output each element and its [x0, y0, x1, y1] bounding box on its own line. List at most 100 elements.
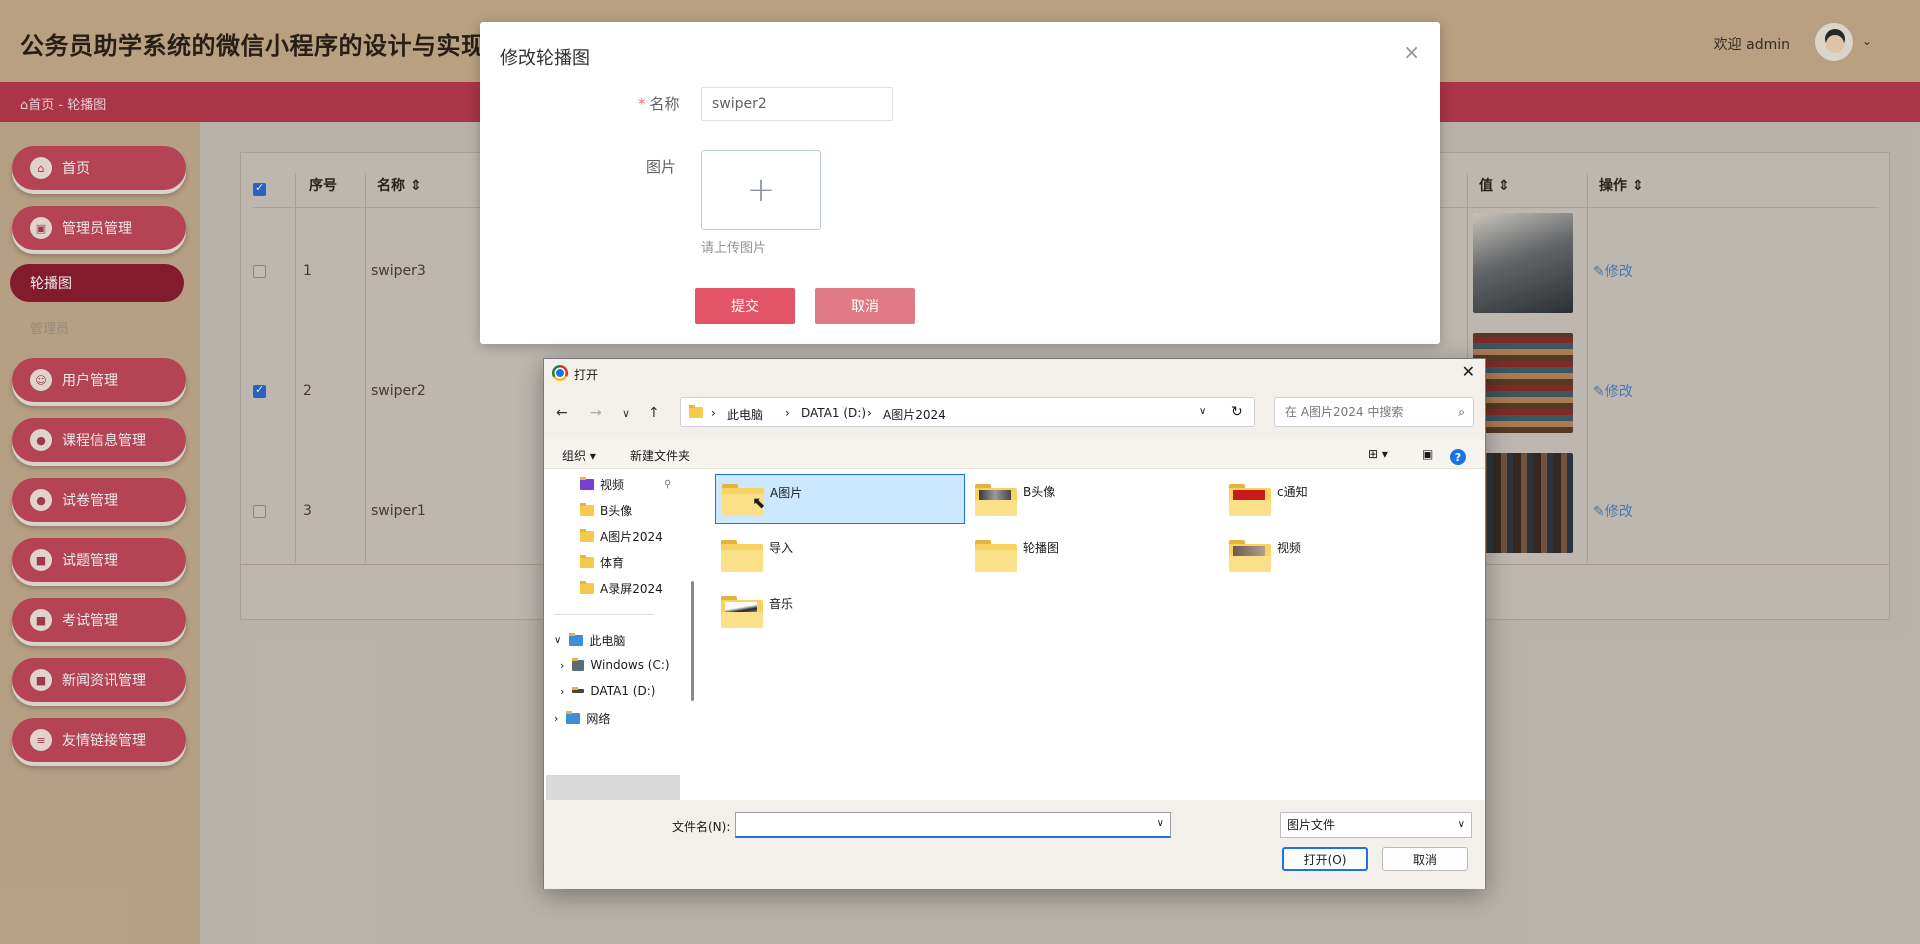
tree-item-a-recordings-2024[interactable]: A录屏2024 — [580, 580, 663, 597]
folder-icon — [721, 540, 763, 572]
tree-item-a-images-2024[interactable]: A图片2024 — [580, 528, 663, 545]
folder-icon — [721, 596, 763, 628]
folder-name: 轮播图 — [1023, 541, 1060, 555]
upload-tip: 请上传图片 — [701, 241, 767, 256]
tree-item-label: A录屏2024 — [600, 582, 663, 596]
address-dropdown-icon[interactable]: ∨ — [1199, 406, 1206, 417]
folder-icon — [1229, 540, 1271, 572]
folder-item[interactable]: 音乐 — [715, 586, 965, 636]
path-separator: › — [867, 406, 872, 420]
dialog-title: 修改轮播图 — [500, 48, 590, 69]
back-arrow-icon[interactable]: ← — [556, 405, 568, 421]
network-icon — [566, 711, 581, 724]
chevron-right-icon[interactable]: › — [560, 685, 564, 698]
tree-item-label: 网络 — [586, 712, 611, 726]
folder-icon — [580, 503, 594, 516]
path-separator: › — [785, 406, 790, 420]
folder-item[interactable]: 轮播图 — [969, 530, 1219, 580]
folder-name: c通知 — [1277, 485, 1308, 499]
path-separator: › — [711, 406, 716, 420]
filetype-select[interactable]: 图片文件 ∨ — [1280, 812, 1472, 838]
folder-icon — [1229, 484, 1271, 516]
tree-item-this-pc[interactable]: ∨ 此电脑 — [554, 632, 625, 649]
path-segment[interactable]: 此电脑 — [727, 406, 763, 423]
folder-name: A图片 — [770, 486, 803, 500]
folder-icon — [689, 405, 703, 418]
file-dialog-titlebar: 打开 ✕ — [544, 359, 1485, 387]
plus-icon: + — [746, 170, 776, 210]
video-icon — [580, 477, 594, 490]
recent-locations-chevron-icon[interactable]: ∨ — [622, 407, 630, 420]
folder-name: 音乐 — [769, 597, 794, 611]
tree-item-b-avatar[interactable]: B头像 — [580, 502, 632, 519]
image-field-label: 图片 — [646, 158, 677, 176]
path-segment[interactable]: A图片2024 — [883, 406, 946, 423]
tree-selection-highlight — [546, 775, 680, 801]
tree-item-label: 此电脑 — [589, 634, 626, 648]
file-dialog-title: 打开 — [574, 368, 599, 382]
folder-icon — [975, 484, 1017, 516]
edit-swiper-dialog: 修改轮播图 × * 名称 swiper2 图片 + 请上传图片 提交 取消 — [480, 22, 1440, 344]
folder-name: B头像 — [1023, 485, 1056, 499]
folder-icon — [580, 555, 594, 568]
tree-divider — [554, 614, 654, 615]
open-button[interactable]: 打开(O) — [1282, 847, 1368, 871]
address-bar[interactable]: › 此电脑 › DATA1 (D:) › A图片2024 ∨ ↻ — [680, 397, 1255, 427]
chevron-down-icon[interactable]: ∨ — [554, 635, 561, 646]
path-segment[interactable]: DATA1 (D:) — [801, 406, 866, 420]
drive-icon — [572, 657, 585, 671]
folder-item[interactable]: 导入 — [715, 530, 965, 580]
computer-icon — [569, 633, 584, 646]
filetype-value: 图片文件 — [1287, 818, 1336, 832]
folder-item[interactable]: 视频 — [1223, 530, 1473, 580]
tree-item-sports[interactable]: 体育 — [580, 554, 624, 571]
view-options-icon[interactable]: ⊞ ▾ — [1368, 447, 1388, 461]
tree-item-label: Windows (C:) — [590, 658, 670, 672]
filename-input[interactable]: ∨ — [735, 812, 1171, 838]
chrome-icon — [552, 365, 568, 381]
image-upload-button[interactable]: + — [701, 150, 821, 230]
refresh-icon[interactable]: ↻ — [1231, 404, 1243, 420]
chevron-right-icon[interactable]: › — [554, 712, 558, 725]
tree-item-label: DATA1 (D:) — [590, 684, 656, 698]
cancel-button[interactable]: 取消 — [815, 288, 915, 324]
pin-icon: ⚲ — [664, 479, 672, 490]
search-input[interactable]: 在 A图片2024 中搜索 ⌕ — [1274, 397, 1474, 427]
preview-pane-icon[interactable]: ▣ — [1422, 447, 1433, 461]
folder-item[interactable]: A图片 ⬉ — [715, 474, 965, 524]
up-arrow-icon[interactable]: ↑ — [648, 405, 660, 421]
file-dialog-footer: 文件名(N): ∨ 图片文件 ∨ 打开(O) 取消 — [544, 800, 1485, 889]
drive-icon — [572, 687, 585, 693]
tree-item-network[interactable]: › 网络 — [554, 710, 610, 727]
tree-item-drive-d[interactable]: › DATA1 (D:) — [560, 684, 655, 698]
tree-item-label: 体育 — [600, 556, 625, 570]
file-list-pane: A图片 ⬉ B头像 c通知 导入 轮播图 视频 音乐 — [699, 470, 1485, 800]
folder-item[interactable]: B头像 — [969, 474, 1219, 524]
tree-item-drive-c[interactable]: › Windows (C:) — [560, 657, 670, 672]
forward-arrow-icon[interactable]: → — [590, 405, 602, 421]
file-toolbar: 组织 ▾ 新建文件夹 ⊞ ▾ ▣ ? — [544, 439, 1485, 469]
new-folder-button[interactable]: 新建文件夹 — [630, 447, 690, 464]
name-input[interactable]: swiper2 — [701, 87, 893, 121]
tree-scrollbar[interactable] — [691, 581, 694, 701]
filename-label: 文件名(N): — [672, 820, 731, 834]
close-icon[interactable]: × — [1403, 40, 1420, 64]
chevron-right-icon[interactable]: › — [560, 659, 564, 672]
folder-item[interactable]: c通知 — [1223, 474, 1473, 524]
folder-icon — [975, 540, 1017, 572]
submit-button[interactable]: 提交 — [695, 288, 795, 324]
chevron-down-icon: ∨ — [1457, 819, 1465, 830]
file-cancel-button[interactable]: 取消 — [1382, 847, 1468, 871]
folder-name: 视频 — [1277, 541, 1302, 555]
tree-item-videos[interactable]: 视频 ⚲ — [580, 476, 671, 493]
file-open-dialog: 打开 ✕ ← → ∨ ↑ › 此电脑 › DATA1 (D:) › A图片202… — [543, 358, 1486, 889]
navigation-tree: 视频 ⚲ B头像 A图片2024 体育 A录屏2024 ∨ 此电脑 › Windows… — [544, 470, 682, 801]
folder-icon — [580, 529, 594, 542]
name-field-label: * 名称 — [638, 93, 680, 114]
chevron-down-icon[interactable]: ∨ — [1157, 818, 1164, 829]
folder-name: 导入 — [769, 541, 794, 555]
close-icon[interactable]: ✕ — [1462, 362, 1475, 381]
organize-menu[interactable]: 组织 ▾ — [562, 447, 596, 464]
help-icon[interactable]: ? — [1450, 449, 1466, 465]
search-placeholder: 在 A图片2024 中搜索 — [1285, 405, 1404, 419]
